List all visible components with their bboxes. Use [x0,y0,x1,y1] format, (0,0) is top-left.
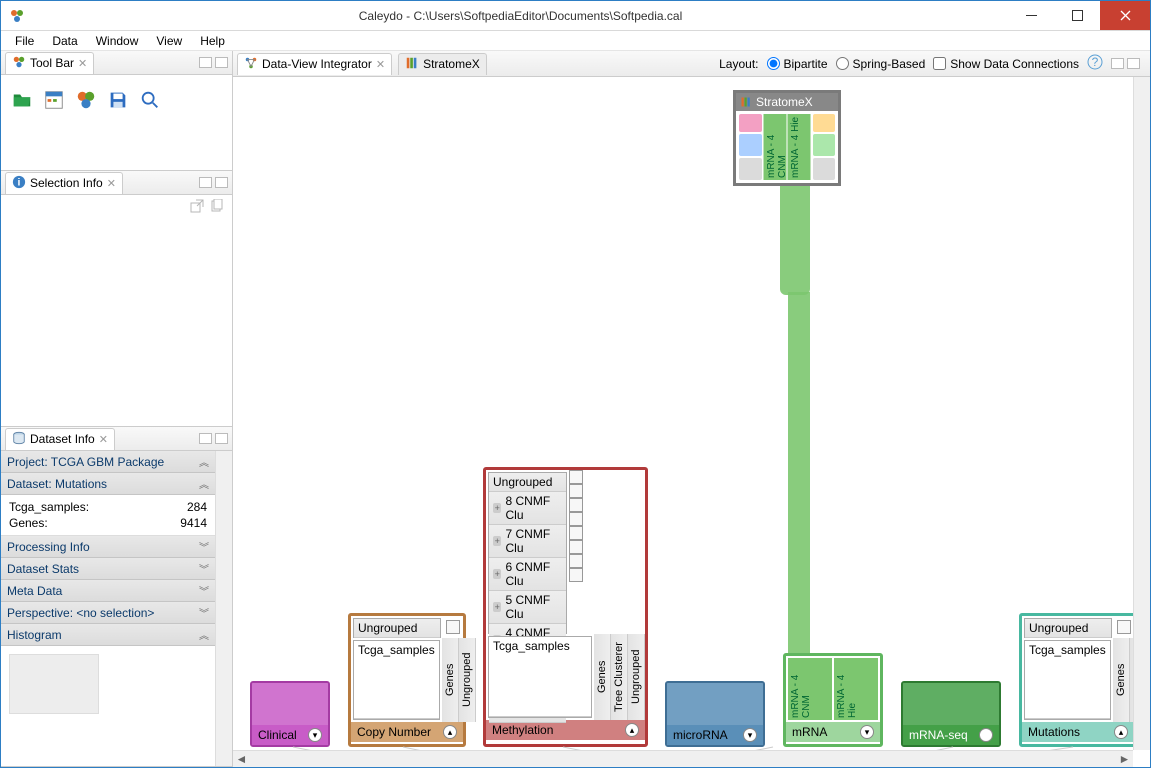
tab-toolbar[interactable]: Tool Bar ✕ [5,52,94,74]
expand-icon[interactable]: ▾ [860,725,874,739]
pane-controls[interactable] [199,177,228,188]
svg-text:i: i [18,176,21,188]
expand-icon[interactable]: ▴ [443,725,457,739]
maximize-button[interactable] [1054,1,1100,30]
expand-icon[interactable]: ▾ [308,728,322,742]
di-values: Tcga_samples:284 Genes:9414 [1,495,215,536]
tab-stratomex-label: StratomeX [423,57,480,71]
di-dataset[interactable]: Dataset: Mutations︽ [1,473,215,495]
expand-icon[interactable]: ▴ [625,723,639,737]
tab-dataset-label: Dataset Info [30,432,95,446]
menu-file[interactable]: File [7,32,42,50]
di-histogram[interactable]: Histogram︽ [1,624,215,646]
check-show-connections[interactable]: Show Data Connections [933,57,1079,71]
svg-text:?: ? [1092,55,1099,69]
info-icon: i [12,175,26,192]
dataset-info-pane: Dataset Info ✕ Project: TCGA GBM Package… [1,427,232,767]
tab-dataset-info[interactable]: Dataset Info ✕ [5,428,115,450]
pane-controls[interactable] [1111,58,1140,69]
radio-bipartite[interactable]: Bipartite [767,57,828,71]
close-tab-icon[interactable]: ✕ [99,433,108,446]
expand-icon[interactable]: ▾ [979,728,993,742]
help-icon[interactable]: ? [1087,54,1103,73]
canvas-scrollbar-vertical[interactable] [1133,77,1150,750]
popout-icon[interactable] [190,199,204,213]
di-stats[interactable]: Dataset Stats︾ [1,558,215,580]
close-tab-icon[interactable]: ✕ [78,57,87,70]
save-icon[interactable] [107,89,129,111]
menu-window[interactable]: Window [88,32,147,50]
database-icon [12,431,26,448]
di-project[interactable]: Project: TCGA GBM Package︽ [1,451,215,473]
node-mrnaseq[interactable]: mRNA-seq▾ [901,681,1001,747]
color-data-icon[interactable] [75,89,97,111]
menubar: File Data Window View Help [1,31,1150,51]
radio-spring[interactable]: Spring-Based [836,57,926,71]
selection-info-pane: i Selection Info ✕ [1,171,232,427]
di-meta[interactable]: Meta Data︾ [1,580,215,602]
data-table-icon[interactable] [43,89,65,111]
toolbar-pane: Tool Bar ✕ [1,51,232,171]
di-perspective[interactable]: Perspective: <no selection>︾ [1,602,215,624]
expand-icon[interactable]: ▾ [743,728,757,742]
tab-selection-label: Selection Info [30,176,103,190]
close-tab-icon[interactable]: ✕ [107,177,116,190]
di-processing[interactable]: Processing Info︾ [1,536,215,558]
titlebar: Caleydo - C:\Users\SoftpediaEditor\Docum… [1,1,1150,31]
stratomex-node[interactable]: StratomeX mRNA - 4 CNM mRNA - 4 Hie [733,90,841,186]
app-icon [9,8,25,24]
close-button[interactable] [1100,1,1150,30]
canvas[interactable]: StratomeX mRNA - 4 CNM mRNA - 4 Hie Clin… [233,77,1133,750]
menu-help[interactable]: Help [192,32,233,50]
tab-dvi[interactable]: Data-View Integrator ✕ [237,53,392,75]
layout-label: Layout: [719,57,758,71]
node-microrna[interactable]: microRNA▾ [665,681,765,747]
tab-toolbar-label: Tool Bar [30,56,74,70]
tab-dvi-label: Data-View Integrator [262,57,372,71]
node-methylation[interactable]: Ungrouped +8 CNMF Clu +7 CNMF Clu +6 CNM… [483,467,648,747]
node-mrna[interactable]: mRNA - 4 CNM mRNA - 4 Hie mRNA▾ [783,653,883,747]
copy-icon[interactable] [210,199,224,213]
checkbox[interactable] [446,620,460,634]
canvas-scrollbar-horizontal[interactable]: ◄► [233,750,1133,767]
pane-controls[interactable] [199,57,228,68]
stratomex-icon [405,56,419,73]
graph-icon [244,56,258,73]
expand-icon[interactable]: ▴ [1114,725,1128,739]
node-clinical[interactable]: Clinical▾ [250,681,330,747]
minimize-button[interactable] [1008,1,1054,30]
scrollbar-vertical[interactable] [215,451,232,766]
window-title: Caleydo - C:\Users\SoftpediaEditor\Docum… [33,9,1008,23]
menu-data[interactable]: Data [44,32,85,50]
tab-stratomex[interactable]: StratomeX [398,53,487,75]
close-tab-icon[interactable]: ✕ [376,58,385,71]
tab-selection-info[interactable]: i Selection Info ✕ [5,172,123,194]
checkbox[interactable] [1117,620,1131,634]
search-icon[interactable] [139,89,161,111]
histogram-area [1,646,215,722]
menu-view[interactable]: View [148,32,190,50]
node-copynumber[interactable]: Ungrouped Tcga_samples Genes Ungrouped C… [348,613,466,747]
pane-controls[interactable] [199,433,228,444]
open-project-icon[interactable] [11,89,33,111]
node-mutations[interactable]: Ungrouped Tcga_samples Genes Ungrouped M… [1019,613,1137,747]
